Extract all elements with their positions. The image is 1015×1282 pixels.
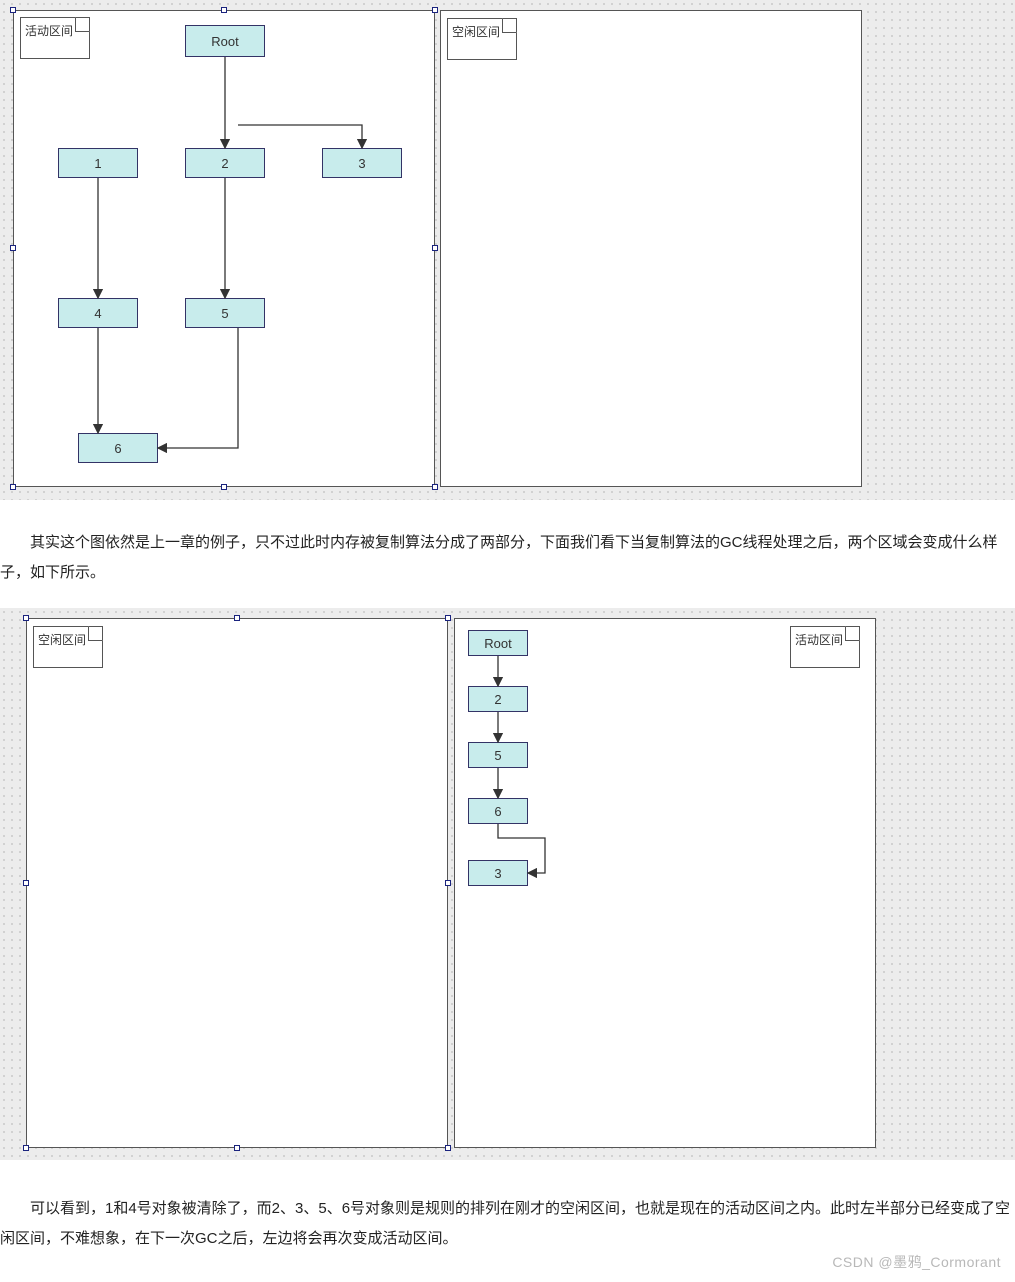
d2-node-6: 6 [468,798,528,824]
selection-handle [234,1145,240,1151]
d2-left-label: 空闲区间 [38,633,86,647]
d1-right-panel [440,10,862,487]
d2-node-2: 2 [468,686,528,712]
selection-handle [23,1145,29,1151]
d1-node-5: 5 [185,298,265,328]
selection-handle [445,880,451,886]
selection-handle [445,615,451,621]
paragraph-2: 可以看到，1和4号对象被清除了，而2、3、5、6号对象则是规则的排列在刚才的空闲… [0,1194,1015,1254]
selection-handle [10,245,16,251]
selection-handle [221,7,227,13]
selection-handle [23,880,29,886]
d1-left-label: 活动区间 [25,24,73,38]
watermark-text: CSDN @墨鸦_Cormorant [832,1252,1001,1272]
selection-handle [234,615,240,621]
d2-node-5: 5 [468,742,528,768]
selection-handle [23,615,29,621]
d2-left-panel [26,618,448,1148]
d1-node-2: 2 [185,148,265,178]
d1-right-label: 空闲区间 [452,25,500,39]
d1-left-panel [13,10,435,487]
d1-node-3: 3 [322,148,402,178]
d1-node-root: Root [185,25,265,57]
d1-node-1: 1 [58,148,138,178]
d1-node-6: 6 [78,433,158,463]
d1-node-4: 4 [58,298,138,328]
d2-right-note: 活动区间 [790,626,860,668]
paragraph-1: 其实这个图依然是上一章的例子，只不过此时内存被复制算法分成了两部分，下面我们看下… [0,528,1015,588]
diagram-2: 空闲区间 活动区间 Root 2 5 6 3 [0,608,1015,1160]
d2-node-3: 3 [468,860,528,886]
selection-handle [432,7,438,13]
d1-right-note: 空闲区间 [447,18,517,60]
selection-handle [445,1145,451,1151]
d2-left-note: 空闲区间 [33,626,103,668]
diagram-1: 活动区间 空闲区间 Root 1 2 3 4 5 6 [0,0,1015,500]
d1-left-note: 活动区间 [20,17,90,59]
d2-right-label: 活动区间 [795,633,843,647]
selection-handle [432,484,438,490]
selection-handle [10,484,16,490]
selection-handle [221,484,227,490]
selection-handle [10,7,16,13]
d2-node-root: Root [468,630,528,656]
selection-handle [432,245,438,251]
